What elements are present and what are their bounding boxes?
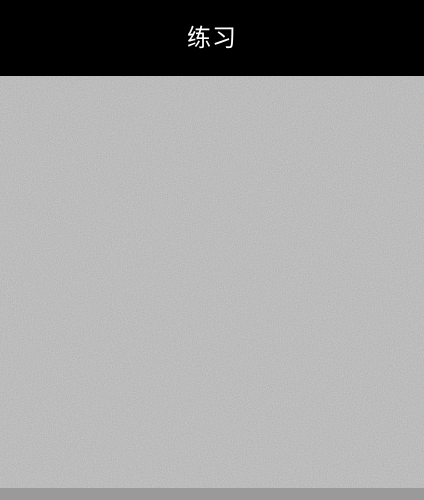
noise-canvas bbox=[0, 76, 424, 488]
page-title: 练习 bbox=[187, 24, 237, 52]
noise-image bbox=[0, 76, 424, 488]
bottom-strip bbox=[0, 488, 424, 500]
header-bar: 练习 bbox=[0, 0, 424, 76]
practice-screen: 练习 bbox=[0, 0, 424, 500]
